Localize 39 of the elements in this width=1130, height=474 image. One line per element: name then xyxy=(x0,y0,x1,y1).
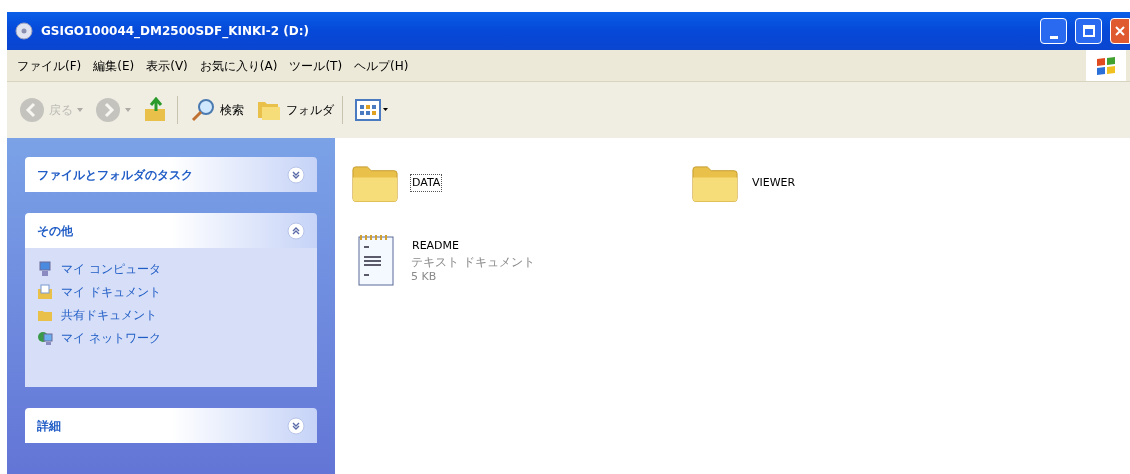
menu-item[interactable]: 表示(V) xyxy=(140,56,194,75)
menu-item[interactable]: ヘルプ(H) xyxy=(348,56,415,75)
task-pane-header[interactable]: 詳細 xyxy=(25,408,317,443)
search-icon xyxy=(190,97,216,123)
document-folder-icon xyxy=(37,284,53,300)
menu-item[interactable]: お気に入り(A) xyxy=(193,56,284,75)
close-icon xyxy=(1115,26,1125,36)
dropdown-arrow-icon xyxy=(77,108,83,112)
expand-icon[interactable] xyxy=(287,165,305,184)
toolbar-button[interactable]: フォルダ xyxy=(252,92,338,128)
expand-icon[interactable] xyxy=(287,416,305,435)
toolbar-button[interactable]: 検索 xyxy=(186,92,248,128)
task-pane-header[interactable]: ファイルとフォルダのタスク xyxy=(25,157,317,192)
maximize-button[interactable] xyxy=(1075,18,1102,44)
task-link[interactable]: マイ ドキュメント xyxy=(61,283,161,301)
computer-icon xyxy=(37,261,53,277)
task-pane-header[interactable]: その他 xyxy=(25,213,317,248)
file-name[interactable]: DATA xyxy=(411,174,442,192)
close-button[interactable] xyxy=(1110,18,1130,44)
file-size: 5 KB xyxy=(411,269,438,284)
disc-icon xyxy=(15,22,33,40)
file-name[interactable]: README xyxy=(411,238,461,255)
menu-item[interactable]: ファイル(F) xyxy=(11,56,88,75)
task-link[interactable]: マイ ネットワーク xyxy=(61,329,161,347)
dropdown-arrow-icon xyxy=(125,108,131,112)
file-type: テキスト ドキュメント xyxy=(411,254,535,270)
network-icon xyxy=(37,330,53,346)
folder-icon xyxy=(351,163,399,203)
folder-icon xyxy=(691,163,739,203)
windows-logo-icon xyxy=(1095,55,1117,76)
task-link[interactable]: 共有ドキュメント xyxy=(61,306,157,324)
menu-item[interactable]: ツール(T) xyxy=(283,56,349,75)
collapse-icon[interactable] xyxy=(287,221,305,240)
menu-item[interactable]: 編集(E) xyxy=(87,56,141,75)
file-name[interactable]: VIEWER xyxy=(751,174,797,192)
minimize-button[interactable] xyxy=(1040,18,1067,44)
views-icon xyxy=(355,98,389,122)
task-link[interactable]: マイ コンピュータ xyxy=(61,260,161,278)
window-title: GSIGO100044_DM2500SDF_KINKI-2 (D:) xyxy=(41,23,310,40)
